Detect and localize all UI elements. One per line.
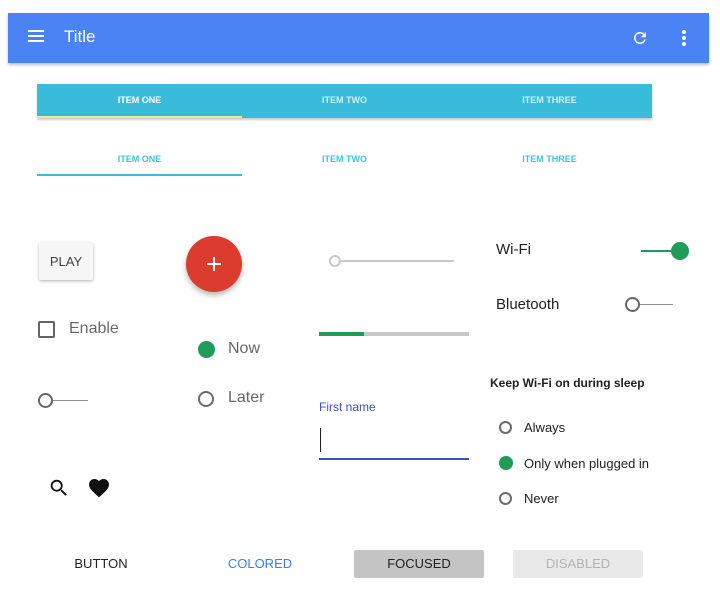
wifi-switch[interactable]	[641, 242, 689, 260]
app-root: Title ITEM ONE ITEM TWO ITEM THREE ITEM …	[0, 0, 720, 600]
first-name-field[interactable]	[319, 420, 469, 460]
radio-never[interactable]	[499, 492, 512, 505]
slider-track	[339, 260, 454, 262]
more-vert-icon[interactable]	[681, 30, 687, 46]
focused-button[interactable]: FOCUSED	[354, 550, 484, 578]
tab-indicator	[37, 174, 242, 176]
bluetooth-switch[interactable]	[625, 297, 673, 313]
tab-item-one[interactable]: ITEM ONE	[37, 143, 242, 175]
tab-indicator	[37, 116, 242, 118]
radio-now[interactable]	[198, 341, 215, 358]
radio-never-label: Never	[524, 491, 559, 506]
colored-button[interactable]: COLORED	[225, 550, 295, 578]
radio-now-label: Now	[228, 340, 261, 357]
switch-track	[52, 400, 88, 401]
plain-button[interactable]: BUTTON	[66, 550, 136, 578]
add-icon-stroke	[213, 257, 215, 271]
first-name-label: First name	[319, 400, 376, 414]
tabs-filled: ITEM ONE ITEM TWO ITEM THREE	[37, 84, 652, 118]
slider[interactable]	[329, 255, 454, 267]
switch-track	[639, 304, 673, 305]
refresh-icon[interactable]	[631, 29, 649, 47]
radio-only-when-plugged-in-label: Only when plugged in	[524, 456, 650, 471]
wifi-label: Wi-Fi	[496, 241, 531, 258]
radio-later-label: Later	[228, 389, 265, 406]
switch-thumb	[671, 242, 689, 260]
tab-item-three[interactable]: ITEM THREE	[447, 143, 652, 175]
switch-thumb	[625, 297, 640, 312]
app-bar: Title	[8, 13, 709, 63]
add-fab-button[interactable]	[186, 236, 242, 292]
progress-fill	[319, 332, 364, 336]
radio-always-label: Always	[524, 420, 566, 435]
tab-item-three[interactable]: ITEM THREE	[447, 84, 652, 118]
sleep-policy-title: Keep Wi-Fi on during sleep	[490, 376, 645, 390]
tabs-plain: ITEM ONE ITEM TWO ITEM THREE	[37, 143, 652, 177]
radio-only-when-plugged-in[interactable]	[499, 456, 513, 470]
tab-item-one[interactable]: ITEM ONE	[37, 84, 242, 118]
toggle-switch[interactable]	[38, 393, 88, 409]
slider-thumb	[329, 255, 341, 267]
bluetooth-label: Bluetooth	[496, 296, 560, 313]
progress-bar	[319, 332, 469, 336]
text-caret	[320, 428, 321, 452]
switch-thumb	[38, 393, 53, 408]
tab-item-two[interactable]: ITEM TWO	[242, 84, 447, 118]
tab-item-two[interactable]: ITEM TWO	[242, 143, 447, 175]
menu-icon[interactable]	[28, 30, 44, 44]
enable-checkbox[interactable]	[38, 321, 55, 338]
radio-always[interactable]	[499, 421, 512, 434]
enable-checkbox-label: Enable	[69, 320, 119, 337]
play-button[interactable]: PLAY	[39, 243, 93, 280]
app-bar-title: Title	[64, 27, 96, 46]
disabled-button: DISABLED	[513, 550, 643, 578]
radio-later[interactable]	[198, 391, 214, 407]
heart-icon[interactable]	[87, 476, 111, 500]
search-icon[interactable]	[48, 477, 70, 499]
